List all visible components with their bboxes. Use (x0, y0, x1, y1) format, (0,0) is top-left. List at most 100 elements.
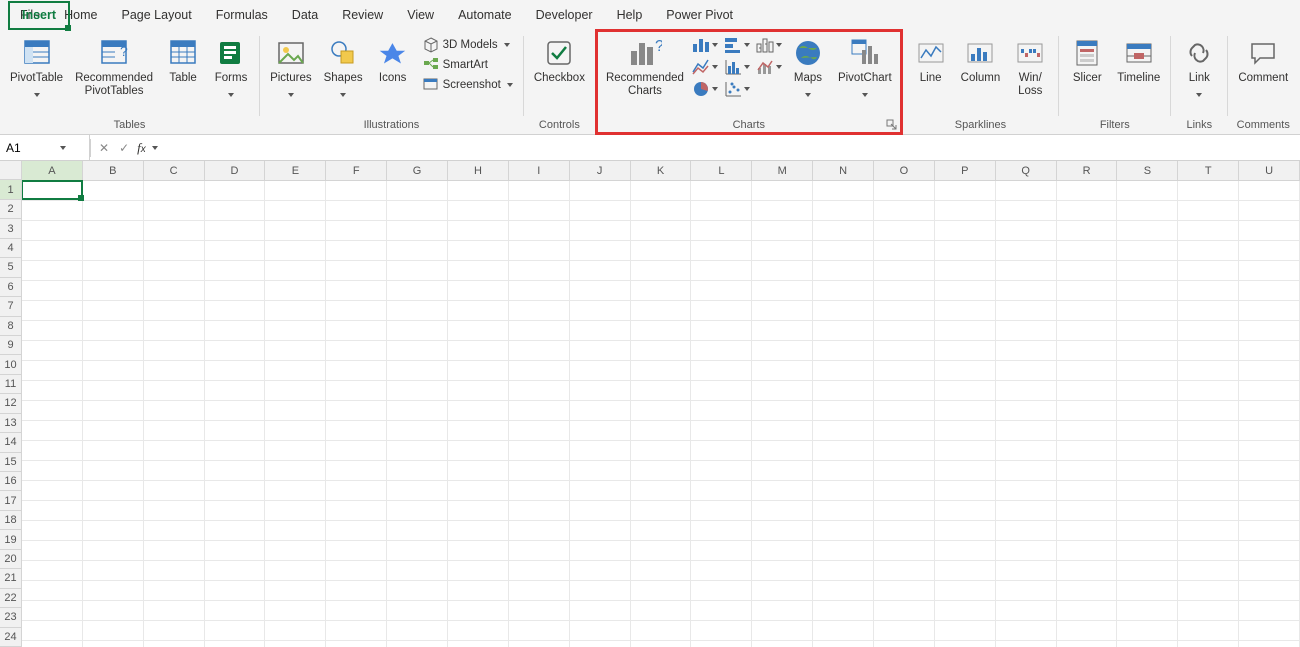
cell[interactable] (874, 521, 935, 541)
cell[interactable] (1057, 281, 1118, 301)
col-header[interactable]: A (22, 161, 83, 181)
row-header[interactable]: 5 (0, 258, 22, 277)
cell[interactable] (752, 641, 813, 647)
cell[interactable] (205, 381, 266, 401)
cell[interactable] (935, 321, 996, 341)
cell[interactable] (752, 241, 813, 261)
cell[interactable] (387, 461, 448, 481)
cell[interactable] (509, 521, 570, 541)
cell[interactable] (691, 401, 752, 421)
cell[interactable] (1117, 461, 1178, 481)
cell[interactable] (265, 481, 326, 501)
cell[interactable] (265, 341, 326, 361)
cell[interactable] (752, 321, 813, 341)
cell[interactable] (326, 641, 387, 647)
cell[interactable] (996, 221, 1057, 241)
cell[interactable] (935, 441, 996, 461)
cell[interactable] (509, 241, 570, 261)
cell[interactable] (265, 421, 326, 441)
cell[interactable] (326, 301, 387, 321)
cell[interactable] (509, 361, 570, 381)
cell[interactable] (691, 541, 752, 561)
cell[interactable] (1178, 341, 1239, 361)
cell[interactable] (1117, 521, 1178, 541)
cell[interactable] (205, 221, 266, 241)
menu-tab-help[interactable]: Help (605, 3, 655, 28)
cell[interactable] (1117, 361, 1178, 381)
cell[interactable] (874, 601, 935, 621)
cell[interactable] (813, 221, 874, 241)
cell[interactable] (509, 481, 570, 501)
cell[interactable] (326, 241, 387, 261)
cell[interactable] (144, 381, 205, 401)
cell[interactable] (752, 301, 813, 321)
cell[interactable] (935, 381, 996, 401)
col-header[interactable]: N (813, 161, 874, 181)
cell[interactable] (691, 281, 752, 301)
cell[interactable] (813, 541, 874, 561)
cell[interactable] (326, 361, 387, 381)
cell[interactable] (83, 621, 144, 641)
cell[interactable] (1178, 361, 1239, 381)
bar-chart-button[interactable] (724, 36, 750, 54)
col-header[interactable]: L (691, 161, 752, 181)
cell[interactable] (813, 201, 874, 221)
cell[interactable] (326, 261, 387, 281)
cell[interactable] (631, 601, 692, 621)
cell[interactable] (631, 441, 692, 461)
cell[interactable] (144, 421, 205, 441)
cell[interactable] (265, 541, 326, 561)
cell[interactable] (1178, 521, 1239, 541)
cell[interactable] (1239, 481, 1300, 501)
cell[interactable] (326, 401, 387, 421)
cell[interactable] (1239, 321, 1300, 341)
cell[interactable] (448, 441, 509, 461)
cell[interactable] (1178, 261, 1239, 281)
row-header[interactable]: 23 (0, 608, 22, 627)
cell[interactable] (1239, 301, 1300, 321)
cell[interactable] (265, 221, 326, 241)
cell[interactable] (22, 301, 83, 321)
col-header[interactable]: J (570, 161, 631, 181)
cell[interactable] (631, 381, 692, 401)
cell[interactable] (752, 381, 813, 401)
row-header[interactable]: 1 (0, 180, 22, 199)
cell[interactable] (631, 501, 692, 521)
cell[interactable] (874, 581, 935, 601)
cell[interactable] (144, 601, 205, 621)
cell[interactable] (570, 321, 631, 341)
cell[interactable] (752, 461, 813, 481)
cell[interactable] (448, 401, 509, 421)
menu-tab-power-pivot[interactable]: Power Pivot (654, 3, 745, 28)
cell[interactable] (996, 421, 1057, 441)
cell[interactable] (1239, 561, 1300, 581)
cell[interactable] (1117, 281, 1178, 301)
cell[interactable] (387, 301, 448, 321)
cell[interactable] (22, 641, 83, 647)
col-header[interactable]: Q (996, 161, 1057, 181)
cell[interactable] (1239, 581, 1300, 601)
cell[interactable] (874, 401, 935, 421)
cell[interactable] (691, 341, 752, 361)
cell[interactable] (1239, 381, 1300, 401)
cell[interactable] (144, 521, 205, 541)
cell[interactable] (387, 521, 448, 541)
cell[interactable] (387, 621, 448, 641)
cell[interactable] (1178, 441, 1239, 461)
cell[interactable] (874, 561, 935, 581)
icons-button[interactable]: Icons (371, 34, 415, 85)
cell[interactable] (691, 181, 752, 201)
col-header[interactable]: K (631, 161, 692, 181)
cell[interactable] (22, 541, 83, 561)
cell[interactable] (448, 501, 509, 521)
cell[interactable] (205, 281, 266, 301)
cell[interactable] (874, 421, 935, 441)
row-header[interactable]: 22 (0, 589, 22, 608)
cell[interactable] (1117, 401, 1178, 421)
cell[interactable] (1178, 461, 1239, 481)
cell[interactable] (509, 641, 570, 647)
cell[interactable] (996, 621, 1057, 641)
cell[interactable] (509, 281, 570, 301)
cell[interactable] (83, 521, 144, 541)
row-header[interactable]: 12 (0, 394, 22, 413)
